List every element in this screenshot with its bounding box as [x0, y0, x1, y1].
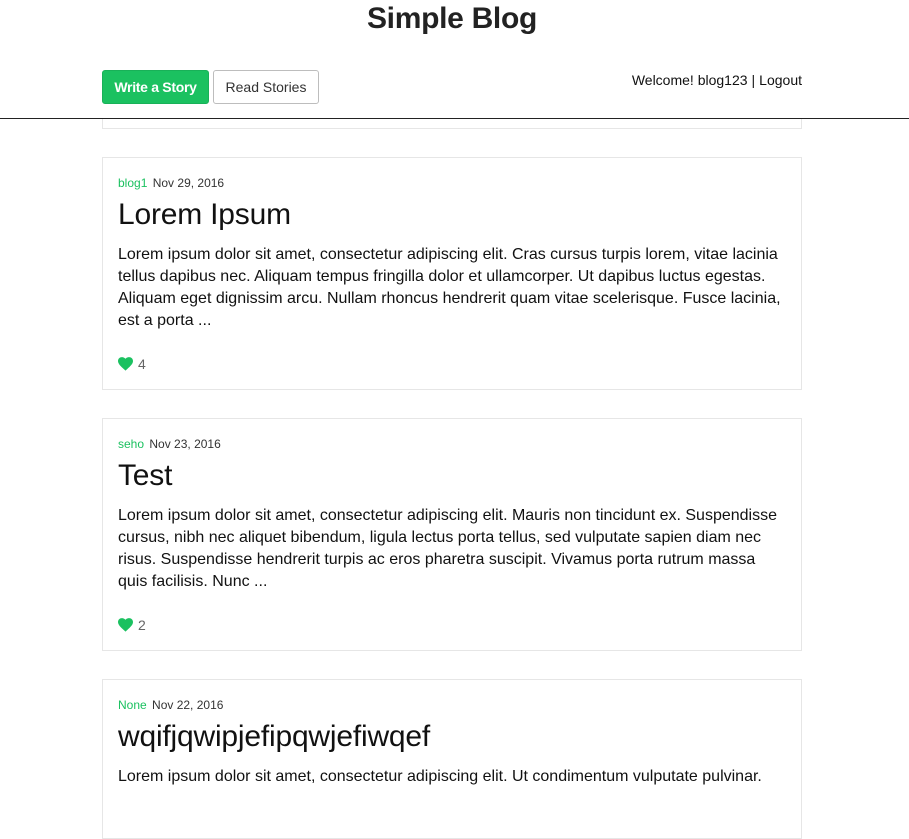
post-date: Nov 29, 2016 [152, 176, 225, 190]
header-divider [0, 118, 909, 119]
post-title[interactable]: Lorem Ipsum [118, 197, 786, 233]
post-card: blog1 Nov 29, 2016 Lorem Ipsum Lorem ips… [102, 157, 802, 390]
post-meta: seho Nov 23, 2016 [118, 437, 786, 451]
story-feed: blog1 Nov 29, 2016 Lorem Ipsum Lorem ips… [0, 0, 909, 839]
like-count: 4 [138, 356, 146, 372]
post-card: seho Nov 23, 2016 Test Lorem ipsum dolor… [102, 418, 802, 651]
welcome-text: Welcome! blog123 [631, 72, 748, 88]
post-excerpt: Lorem ipsum dolor sit amet, consectetur … [118, 507, 777, 590]
site-title: Simple Blog [366, 2, 538, 35]
like-count-area: 4 [118, 356, 146, 372]
post-title[interactable]: wqifjqwipjefipqwjefiwqef [118, 719, 786, 755]
post-author-link[interactable]: blog1 [118, 176, 147, 190]
post-card: None Nov 22, 2016 wqifjqwipjefipqwjefiwq… [102, 679, 802, 839]
heart-icon[interactable] [118, 357, 133, 371]
post-date: Nov 23, 2016 [149, 437, 221, 451]
like-count: 2 [138, 617, 146, 633]
logout-link[interactable]: Logout [759, 72, 802, 88]
post-author-link[interactable]: seho [118, 437, 144, 451]
post-date: Nov 22, 2016 [152, 698, 224, 712]
post-author-link[interactable]: None [118, 698, 147, 712]
like-count-area: 2 [118, 617, 146, 633]
site-header: Simple Blog Write a Story Read Stories W… [0, 0, 909, 119]
post-title[interactable]: Test [118, 458, 786, 494]
user-menu: Welcome! blog123 | Logout [632, 72, 802, 88]
write-story-button[interactable]: Write a Story [102, 70, 209, 104]
post-meta: blog1 Nov 29, 2016 [118, 176, 786, 190]
post-meta: None Nov 22, 2016 [118, 698, 786, 712]
read-stories-button[interactable]: Read Stories [213, 70, 319, 104]
post-excerpt: Lorem ipsum dolor sit amet, consectetur … [118, 246, 781, 329]
separator: | [751, 72, 756, 88]
heart-icon[interactable] [118, 618, 133, 632]
post-excerpt: Lorem ipsum dolor sit amet, consectetur … [118, 768, 762, 785]
